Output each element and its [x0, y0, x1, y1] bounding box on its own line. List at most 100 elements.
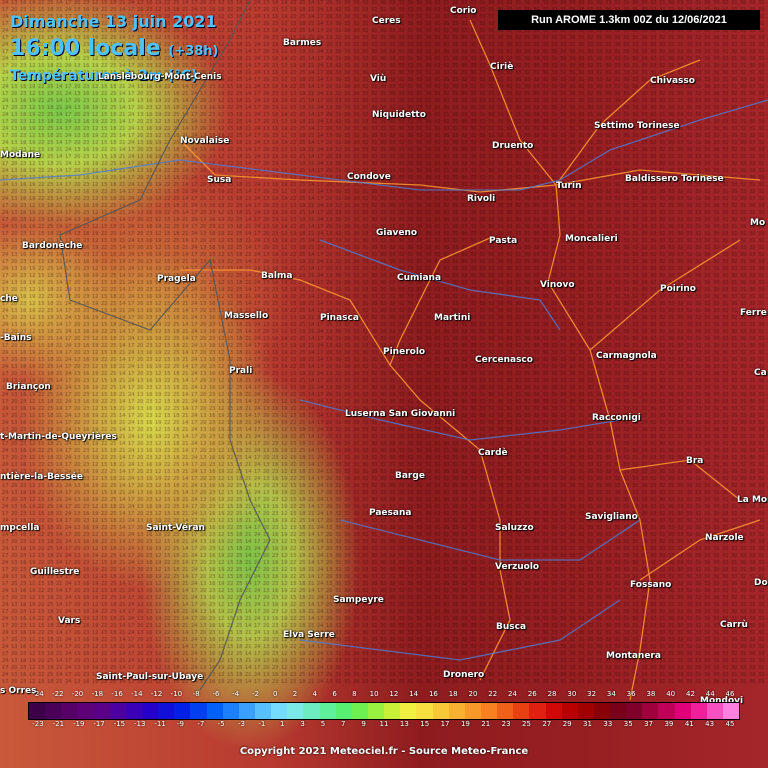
- legend-tick: 36: [626, 690, 636, 698]
- city-label: Fossano: [630, 580, 672, 590]
- legend-tick: 37: [644, 720, 654, 728]
- legend-swatch: [158, 703, 175, 719]
- city-label: Guillestre: [30, 567, 80, 577]
- legend-tick: -9: [176, 720, 184, 728]
- legend-swatch: [351, 703, 368, 719]
- color-legend: -24 -22 -20 -18 -16 -14 -12 -10 -8 -6 -4 -2 0 2 4 6 8 10 1…: [28, 690, 740, 732]
- city-label: Do: [754, 578, 768, 588]
- city-label: Druento: [492, 141, 534, 151]
- legend-tick: -17: [93, 720, 105, 728]
- city-label: Pasta: [489, 236, 518, 246]
- legend-tick: 11: [379, 720, 389, 728]
- city-label: Modane: [0, 150, 41, 160]
- legend-tick: -7: [197, 720, 205, 728]
- legend-tick: 14: [409, 690, 419, 698]
- legend-tick: -1: [258, 720, 266, 728]
- city-label: Barmes: [283, 38, 322, 48]
- legend-tick: -5: [217, 720, 225, 728]
- legend-swatch: [674, 703, 691, 719]
- legend-swatch: [238, 703, 255, 719]
- legend-tick: -14: [131, 690, 143, 698]
- city-label: Carmagnola: [596, 351, 657, 361]
- legend-tick: 29: [562, 720, 572, 728]
- city-label: Pinerolo: [383, 347, 426, 357]
- legend-tick: 13: [399, 720, 409, 728]
- legend-tick: -23: [32, 720, 44, 728]
- legend-swatch: [642, 703, 659, 719]
- legend-swatch: [141, 703, 159, 719]
- legend-tick: 21: [481, 720, 491, 728]
- legend-tick: 39: [664, 720, 674, 728]
- legend-tick: 44: [705, 690, 715, 698]
- legend-swatch: [93, 703, 110, 719]
- city-label: Condove: [347, 172, 391, 182]
- city-label: Chivasso: [650, 76, 695, 86]
- city-label: Viù: [370, 74, 387, 84]
- legend-tick: -16: [111, 690, 123, 698]
- legend-swatch: [610, 703, 627, 719]
- city-label: mpcella: [0, 523, 40, 533]
- legend-swatch: [497, 703, 514, 719]
- legend-swatch: [400, 703, 417, 719]
- city-label: Saint-Paul-sur-Ubaye: [96, 672, 204, 682]
- legend-swatch: [190, 703, 207, 719]
- legend-tick: 35: [623, 720, 633, 728]
- city-label: Ca: [754, 368, 767, 378]
- city-label: Paesana: [369, 508, 412, 518]
- legend-tick: 3: [300, 720, 305, 728]
- city-label: t-Martin-de-Queyrières: [0, 432, 117, 442]
- city-label: Verzuolo: [495, 562, 540, 572]
- city-label: Carrù: [720, 620, 748, 630]
- legend-tick: 34: [606, 690, 616, 698]
- legend-tick: -19: [72, 720, 85, 728]
- city-label: Savigliano: [585, 512, 638, 522]
- legend-tick: 10: [369, 690, 379, 698]
- legend-tick: -8: [192, 690, 200, 698]
- legend-tick: -13: [134, 720, 146, 728]
- city-label: La Mor: [737, 495, 768, 505]
- legend-tick: 15: [420, 720, 430, 728]
- city-label: Saint-Véran: [146, 523, 205, 533]
- legend-swatch: [367, 703, 385, 719]
- legend-tick: 33: [603, 720, 613, 728]
- city-label: Bra: [686, 456, 704, 466]
- city-label: Luserna San Giovanni: [345, 409, 456, 419]
- legend-tick: -15: [113, 720, 126, 728]
- legend-tick: 24: [508, 690, 517, 698]
- legend-swatch: [109, 703, 126, 719]
- legend-tick: 31: [583, 720, 592, 728]
- city-label: Lanslebourg-Mont-Cenis: [98, 72, 222, 82]
- city-label: Vinovo: [540, 280, 575, 290]
- city-label: Cardè: [478, 448, 508, 458]
- city-label: Montanera: [606, 651, 661, 661]
- legend-tick: 30: [567, 690, 577, 698]
- legend-tick: 27: [542, 720, 552, 728]
- legend-tick: 16: [428, 690, 438, 698]
- city-label: Moncalieri: [565, 234, 618, 244]
- border-layer: [59, 0, 271, 691]
- legend-tick: 6: [332, 690, 337, 698]
- legend-swatch: [384, 703, 401, 719]
- city-label: Cercenasco: [475, 355, 533, 365]
- legend-swatch: [319, 703, 336, 719]
- legend-tick: -18: [91, 690, 104, 698]
- legend-swatch: [303, 703, 320, 719]
- legend-swatch: [480, 703, 498, 719]
- legend-tick: 5: [320, 720, 326, 728]
- legend-swatch: [593, 703, 611, 719]
- legend-tick: 43: [705, 720, 715, 728]
- legend-swatch: [77, 703, 94, 719]
- legend-swatch: [222, 703, 239, 719]
- legend-tick: 45: [725, 720, 735, 728]
- legend-tick: -6: [212, 690, 220, 698]
- copyright-text: Copyright 2021 Meteociel.fr - Source Met…: [239, 746, 529, 757]
- legend-swatch: [448, 703, 465, 719]
- legend-color-bar: [28, 702, 740, 720]
- legend-swatch: [206, 703, 223, 719]
- legend-bottom-ticks: -23 -21 -19 -17 -15 -13 -11 -9 -7 -5 -3 -1 1 3 5 7 9 11 13…: [28, 720, 740, 732]
- legend-tick: 19: [460, 720, 470, 728]
- legend-swatch: [545, 703, 562, 719]
- legend-swatch: [464, 703, 481, 719]
- city-label: Ceres: [372, 16, 401, 26]
- legend-top-ticks: -24 -22 -20 -18 -16 -14 -12 -10 -8 -6 -4 -2 0 2 4 6 8 10 1…: [28, 690, 740, 702]
